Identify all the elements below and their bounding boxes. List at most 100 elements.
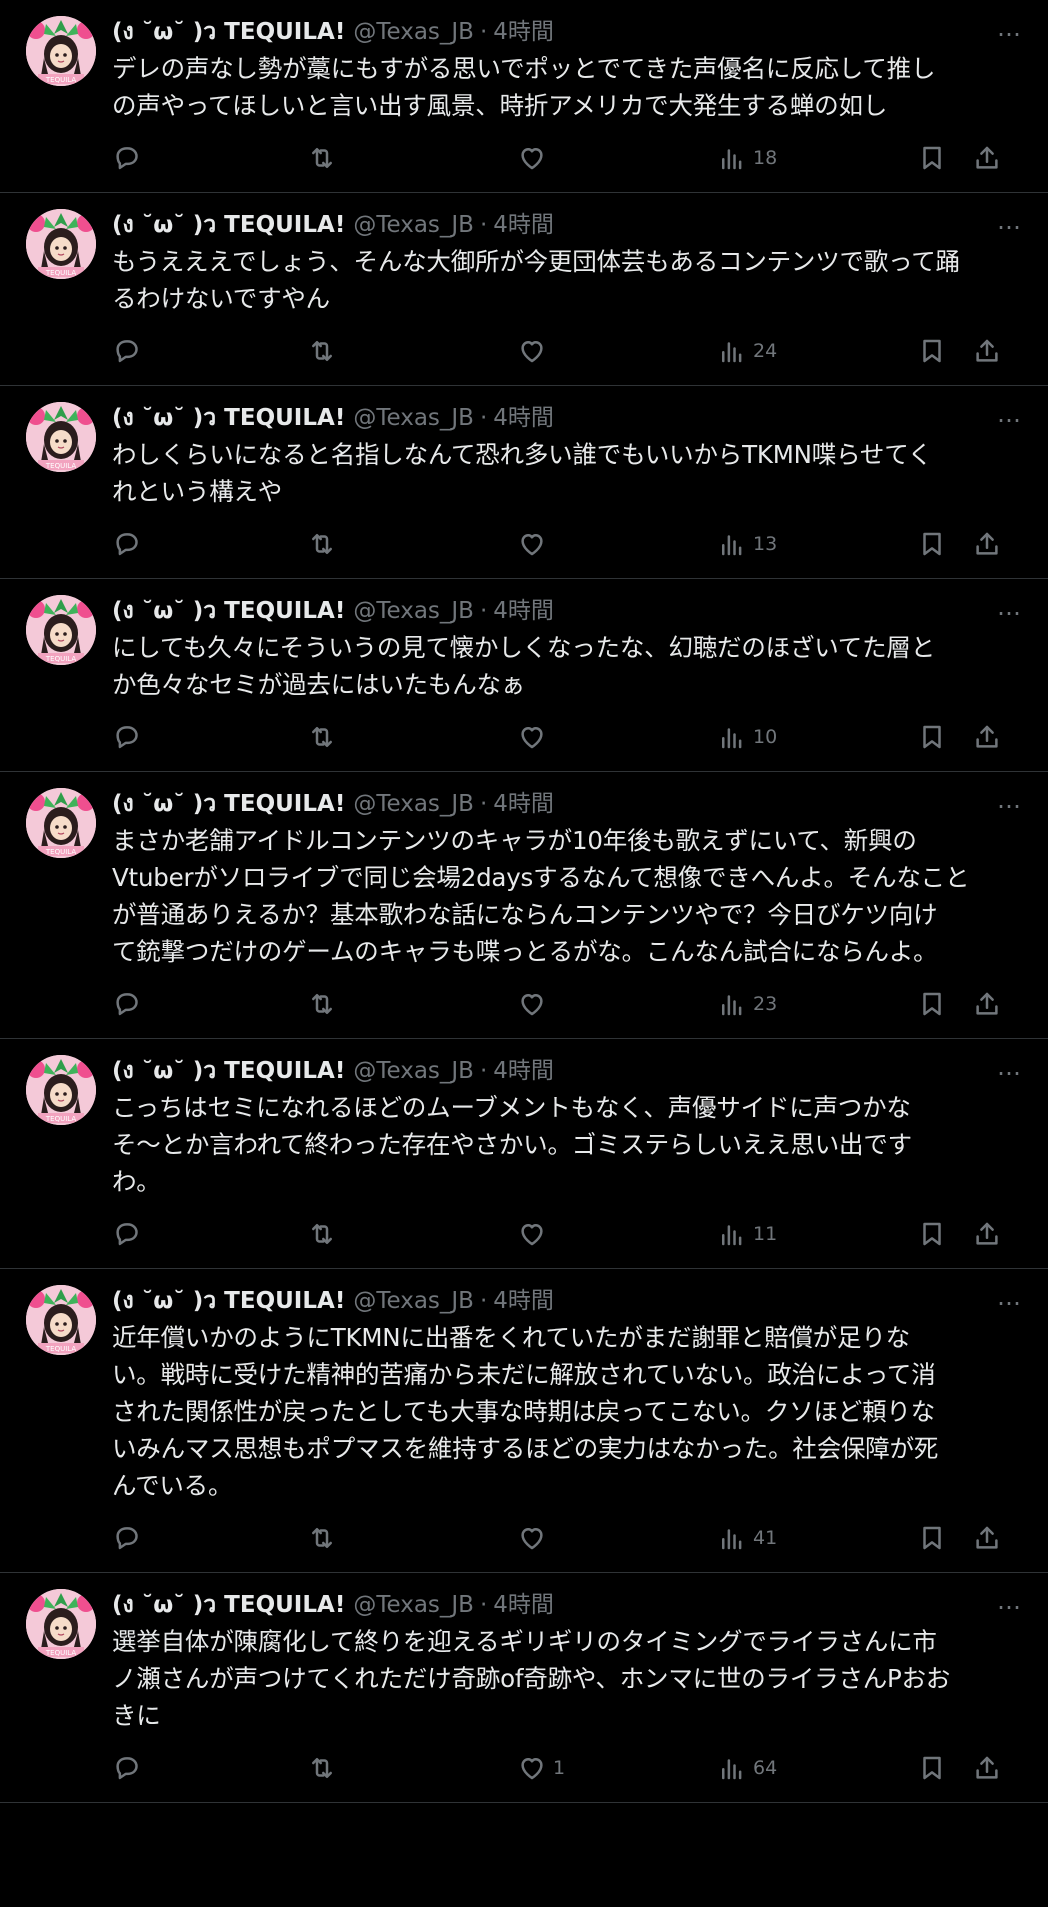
- tweet-time[interactable]: 4時間: [493, 207, 554, 243]
- views-button[interactable]: 41: [717, 1523, 917, 1553]
- bookmark-button[interactable]: [917, 722, 972, 752]
- share-button[interactable]: [972, 143, 1012, 173]
- tweet[interactable]: TEQUILA (ง ˘ω˘ )ว TEQUILA! @Texas_JB · 4…: [0, 0, 1048, 193]
- tweet[interactable]: TEQUILA (ง ˘ω˘ )ว TEQUILA! @Texas_JB · 4…: [0, 772, 1048, 1039]
- bookmark-button[interactable]: [917, 1523, 972, 1553]
- views-button[interactable]: 13: [717, 529, 917, 559]
- retweet-button[interactable]: [307, 722, 517, 752]
- retweet-button[interactable]: [307, 143, 517, 173]
- bookmark-button[interactable]: [917, 1219, 972, 1249]
- reply-button[interactable]: [112, 336, 307, 366]
- author-handle[interactable]: @Texas_JB: [353, 14, 474, 50]
- reply-button[interactable]: [112, 529, 307, 559]
- tweet[interactable]: TEQUILA (ง ˘ω˘ )ว TEQUILA! @Texas_JB · 4…: [0, 579, 1048, 772]
- author-handle[interactable]: @Texas_JB: [353, 1587, 474, 1623]
- author-name[interactable]: (ง ˘ω˘ )ว TEQUILA!: [112, 786, 345, 822]
- author-name[interactable]: (ง ˘ω˘ )ว TEQUILA!: [112, 207, 345, 243]
- bookmark-button[interactable]: [917, 336, 972, 366]
- retweet-button[interactable]: [307, 1753, 517, 1783]
- views-button[interactable]: 24: [717, 336, 917, 366]
- author-handle[interactable]: @Texas_JB: [353, 400, 474, 436]
- tweet[interactable]: TEQUILA (ง ˘ω˘ )ว TEQUILA! @Texas_JB · 4…: [0, 1039, 1048, 1269]
- like-button[interactable]: [517, 143, 717, 173]
- bookmark-button[interactable]: [917, 529, 972, 559]
- like-button[interactable]: [517, 989, 717, 1019]
- share-button[interactable]: [972, 722, 1012, 752]
- avatar[interactable]: TEQUILA: [26, 1589, 96, 1659]
- more-options-icon[interactable]: …: [997, 593, 1022, 621]
- tweet-time[interactable]: 4時間: [493, 14, 554, 50]
- author-name[interactable]: (ง ˘ω˘ )ว TEQUILA!: [112, 1283, 345, 1319]
- share-button[interactable]: [972, 1219, 1012, 1249]
- author-name[interactable]: (ง ˘ω˘ )ว TEQUILA!: [112, 400, 345, 436]
- like-button[interactable]: [517, 722, 717, 752]
- avatar[interactable]: TEQUILA: [26, 595, 96, 665]
- author-name[interactable]: (ง ˘ω˘ )ว TEQUILA!: [112, 593, 345, 629]
- views-button[interactable]: 11: [717, 1219, 917, 1249]
- author-handle[interactable]: @Texas_JB: [353, 1283, 474, 1319]
- author-handle[interactable]: @Texas_JB: [353, 593, 474, 629]
- share-button[interactable]: [972, 989, 1012, 1019]
- retweet-icon: [312, 994, 332, 1014]
- retweet-button[interactable]: [307, 1523, 517, 1553]
- reply-button[interactable]: [112, 1523, 307, 1553]
- tweet[interactable]: TEQUILA (ง ˘ω˘ )ว TEQUILA! @Texas_JB · 4…: [0, 386, 1048, 579]
- avatar[interactable]: TEQUILA: [26, 1285, 96, 1355]
- views-button[interactable]: 10: [717, 722, 917, 752]
- tweet[interactable]: TEQUILA (ง ˘ω˘ )ว TEQUILA! @Texas_JB · 4…: [0, 193, 1048, 386]
- bookmark-button[interactable]: [917, 989, 972, 1019]
- retweet-button[interactable]: [307, 1219, 517, 1249]
- avatar[interactable]: TEQUILA: [26, 16, 96, 86]
- author-name[interactable]: (ง ˘ω˘ )ว TEQUILA!: [112, 1053, 345, 1089]
- tweet-time[interactable]: 4時間: [493, 1053, 554, 1089]
- tweet-time[interactable]: 4時間: [493, 400, 554, 436]
- reply-button[interactable]: [112, 989, 307, 1019]
- avatar[interactable]: TEQUILA: [26, 1055, 96, 1125]
- share-button[interactable]: [972, 529, 1012, 559]
- like-button[interactable]: [517, 1219, 717, 1249]
- share-button[interactable]: [972, 336, 1012, 366]
- tweet-time[interactable]: 4時間: [493, 786, 554, 822]
- retweet-icon: [312, 1528, 332, 1548]
- more-options-icon[interactable]: …: [997, 400, 1022, 428]
- author-name[interactable]: (ง ˘ω˘ )ว TEQUILA!: [112, 1587, 345, 1623]
- avatar[interactable]: TEQUILA: [26, 209, 96, 279]
- reply-button[interactable]: [112, 1219, 307, 1249]
- author-name[interactable]: (ง ˘ω˘ )ว TEQUILA!: [112, 14, 345, 50]
- author-handle[interactable]: @Texas_JB: [353, 1053, 474, 1089]
- more-options-icon[interactable]: …: [997, 207, 1022, 235]
- avatar[interactable]: TEQUILA: [26, 788, 96, 858]
- like-button[interactable]: [517, 1523, 717, 1553]
- like-button[interactable]: [517, 529, 717, 559]
- tweet[interactable]: TEQUILA (ง ˘ω˘ )ว TEQUILA! @Texas_JB · 4…: [0, 1269, 1048, 1573]
- retweet-button[interactable]: [307, 529, 517, 559]
- share-button[interactable]: [972, 1523, 1012, 1553]
- more-options-icon[interactable]: …: [997, 786, 1022, 814]
- avatar[interactable]: TEQUILA: [26, 402, 96, 472]
- bookmark-button[interactable]: [917, 143, 972, 173]
- like-count: 1: [553, 1757, 566, 1779]
- views-button[interactable]: 23: [717, 989, 917, 1019]
- retweet-button[interactable]: [307, 336, 517, 366]
- share-button[interactable]: [972, 1753, 1012, 1783]
- like-button[interactable]: [517, 336, 717, 366]
- author-handle[interactable]: @Texas_JB: [353, 207, 474, 243]
- more-options-icon[interactable]: …: [997, 1587, 1022, 1615]
- retweet-button[interactable]: [307, 989, 517, 1019]
- more-options-icon[interactable]: …: [997, 1053, 1022, 1081]
- bookmark-button[interactable]: [917, 1753, 972, 1783]
- reply-button[interactable]: [112, 143, 307, 173]
- tweet-time[interactable]: 4時間: [493, 1283, 554, 1319]
- author-handle[interactable]: @Texas_JB: [353, 786, 474, 822]
- tweet-time[interactable]: 4時間: [493, 593, 554, 629]
- more-options-icon[interactable]: …: [997, 1283, 1022, 1311]
- more-options-icon[interactable]: …: [997, 14, 1022, 42]
- views-button[interactable]: 18: [717, 143, 917, 173]
- tweet[interactable]: TEQUILA (ง ˘ω˘ )ว TEQUILA! @Texas_JB · 4…: [0, 1573, 1048, 1803]
- tweet-time[interactable]: 4時間: [493, 1587, 554, 1623]
- like-button[interactable]: 1: [517, 1753, 717, 1783]
- reply-button[interactable]: [112, 1753, 307, 1783]
- tweet-actions: 13: [112, 524, 1028, 564]
- views-button[interactable]: 64: [717, 1753, 917, 1783]
- reply-button[interactable]: [112, 722, 307, 752]
